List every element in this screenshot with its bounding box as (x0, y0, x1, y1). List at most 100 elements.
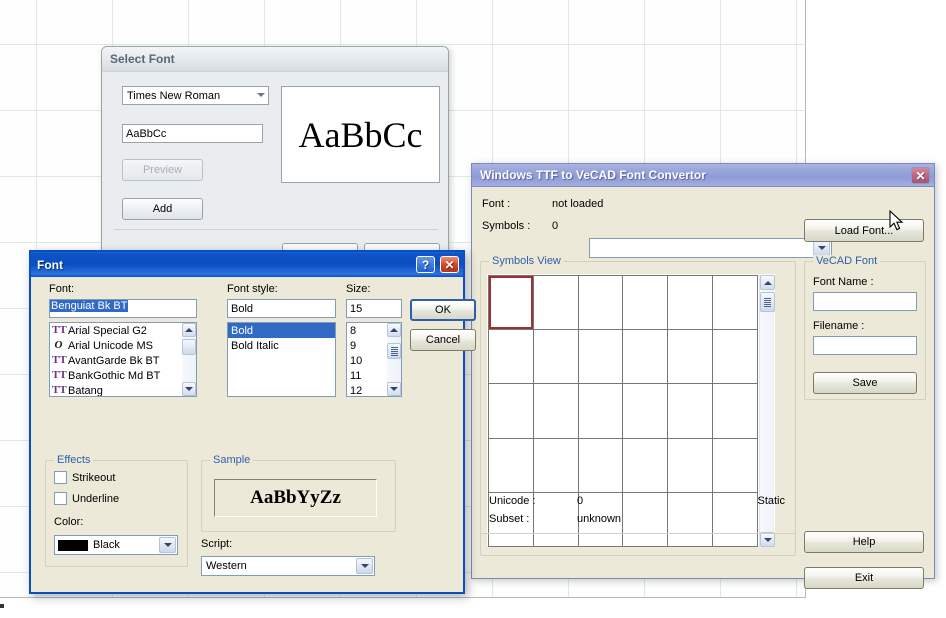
list-item-selected[interactable]: Bold (228, 323, 335, 338)
font-dialog[interactable]: Font ? ✕ Font: Benguiat Bk BT TT Arial S… (29, 250, 476, 594)
font-size-label: Size: (346, 283, 371, 295)
cancel-button-label: Cancel (425, 334, 461, 346)
symbol-cell[interactable] (489, 276, 533, 330)
font-list-scrollbar[interactable] (182, 323, 196, 396)
symbol-cell[interactable] (668, 330, 713, 384)
symbol-cell[interactable] (668, 384, 713, 438)
font-list-label: Font: (49, 283, 75, 295)
font-name-label: Font Name : (813, 276, 874, 288)
list-item[interactable]: O Arial Unicode MS (50, 338, 196, 353)
list-item[interactable]: Bold Italic (228, 338, 335, 353)
symbol-cell[interactable] (713, 384, 757, 438)
symbols-select-combo[interactable] (589, 238, 832, 258)
checkbox-icon[interactable] (54, 471, 67, 484)
list-item-label: BankGothic Md BT (68, 369, 161, 382)
list-item[interactable]: TT AvantGarde Bk BT (50, 353, 196, 368)
help-icon[interactable]: ? (416, 256, 435, 273)
sample-string-input[interactable]: AaBbCc (122, 124, 263, 143)
symbol-cell[interactable] (713, 276, 757, 330)
list-item[interactable]: TT Arial Special G2 (50, 323, 196, 338)
font-family-list[interactable]: TT Arial Special G2 O Arial Unicode MS T… (49, 322, 197, 397)
preview-button[interactable]: Preview (122, 159, 203, 181)
list-item-label: AvantGarde Bk BT (68, 354, 160, 367)
symbol-cell[interactable] (489, 330, 533, 384)
font-name-input[interactable]: Benguiat Bk BT (49, 299, 197, 318)
close-icon[interactable]: ✕ (911, 167, 930, 184)
symbol-cell[interactable] (578, 276, 623, 330)
chevron-down-icon[interactable] (159, 537, 176, 553)
symbol-cell[interactable] (489, 438, 533, 492)
strikeout-label: Strikeout (72, 471, 116, 484)
truetype-icon: TT (52, 354, 67, 366)
scroll-up-icon[interactable] (387, 323, 401, 337)
preview-button-label: Preview (142, 164, 183, 176)
script-combo[interactable]: Western (201, 556, 375, 576)
symbol-cell[interactable] (668, 438, 713, 492)
scroll-up-icon[interactable] (760, 275, 775, 290)
load-font-button[interactable]: Load Font... (804, 219, 924, 242)
scrollbar-thumb[interactable] (387, 343, 401, 359)
symbol-cell[interactable] (668, 276, 713, 330)
strikeout-checkbox[interactable]: Strikeout (54, 471, 115, 484)
symbol-cell[interactable] (623, 330, 668, 384)
select-font-title-text: Select Font (110, 52, 175, 66)
symbol-cell[interactable] (489, 384, 533, 438)
symbol-status-panel: Unicode : 0 Static Subset : unknown (480, 489, 796, 534)
symbol-cell[interactable] (533, 330, 578, 384)
effects-group-label: Effects (54, 454, 94, 466)
filename-label: Filename : (813, 320, 865, 332)
add-button[interactable]: Add (122, 198, 203, 220)
font-size-list[interactable]: 8 9 10 11 12 14 16 (346, 322, 402, 397)
unicode-value: 0 (577, 495, 584, 507)
help-button[interactable]: Help (804, 531, 924, 553)
underline-label: Underline (72, 492, 120, 505)
save-button-label: Save (852, 377, 878, 389)
truetype-icon: TT (52, 369, 67, 381)
ok-button[interactable]: OK (410, 299, 476, 321)
scroll-up-icon[interactable] (182, 323, 196, 337)
list-item[interactable]: TT Batang (50, 383, 196, 397)
close-icon[interactable]: ✕ (440, 256, 459, 273)
font-family-combo[interactable]: Times New Roman (122, 86, 269, 105)
filename-input[interactable] (813, 336, 917, 355)
symbol-cell[interactable] (578, 438, 623, 492)
symbol-cell[interactable] (578, 330, 623, 384)
symbol-cell[interactable] (623, 384, 668, 438)
list-item[interactable]: TT BankGothic Md BT (50, 368, 196, 383)
symbol-cell[interactable] (713, 438, 757, 492)
exit-button[interactable]: Exit (804, 567, 924, 589)
chevron-down-icon[interactable] (813, 240, 830, 256)
font-style-label: Font style: (227, 283, 278, 295)
symbol-cell[interactable] (713, 330, 757, 384)
sample-string-value: AaBbCc (126, 127, 167, 140)
font-style-list[interactable]: Bold Bold Italic (227, 322, 336, 397)
select-font-dialog[interactable]: Select Font Times New Roman AaBbCc Previ… (101, 46, 449, 265)
font-name-input[interactable] (813, 292, 917, 311)
size-list-scrollbar[interactable] (387, 323, 401, 396)
close-glyph: ✕ (444, 257, 455, 272)
color-combo[interactable]: Black (54, 535, 178, 555)
scrollbar-thumb[interactable] (760, 292, 775, 312)
chevron-down-icon[interactable] (356, 558, 373, 574)
vecad-dialog-body: Font : not loaded Symbols : 0 Load Font.… (472, 187, 934, 589)
color-swatch-icon (58, 539, 88, 551)
scroll-down-icon[interactable] (387, 382, 401, 396)
cancel-button[interactable]: Cancel (410, 329, 476, 351)
scroll-down-icon[interactable] (182, 382, 196, 396)
scroll-down-icon[interactable] (760, 532, 775, 547)
underline-checkbox[interactable]: Underline (54, 492, 119, 505)
symbol-cell[interactable] (623, 276, 668, 330)
color-value: Black (93, 539, 120, 551)
font-style-input[interactable]: Bold (227, 299, 336, 318)
font-style-value: Bold (231, 302, 254, 315)
symbol-cell[interactable] (533, 438, 578, 492)
save-button[interactable]: Save (813, 372, 917, 394)
symbol-cell[interactable] (533, 384, 578, 438)
checkbox-icon[interactable] (54, 492, 67, 505)
font-size-input[interactable]: 15 (346, 299, 402, 318)
symbol-cell[interactable] (533, 276, 578, 330)
scrollbar-thumb[interactable] (182, 339, 196, 355)
symbol-cell[interactable] (578, 384, 623, 438)
vecad-convertor-dialog[interactable]: Windows TTF to VeCAD Font Convertor ✕ Fo… (471, 163, 935, 589)
symbol-cell[interactable] (623, 438, 668, 492)
